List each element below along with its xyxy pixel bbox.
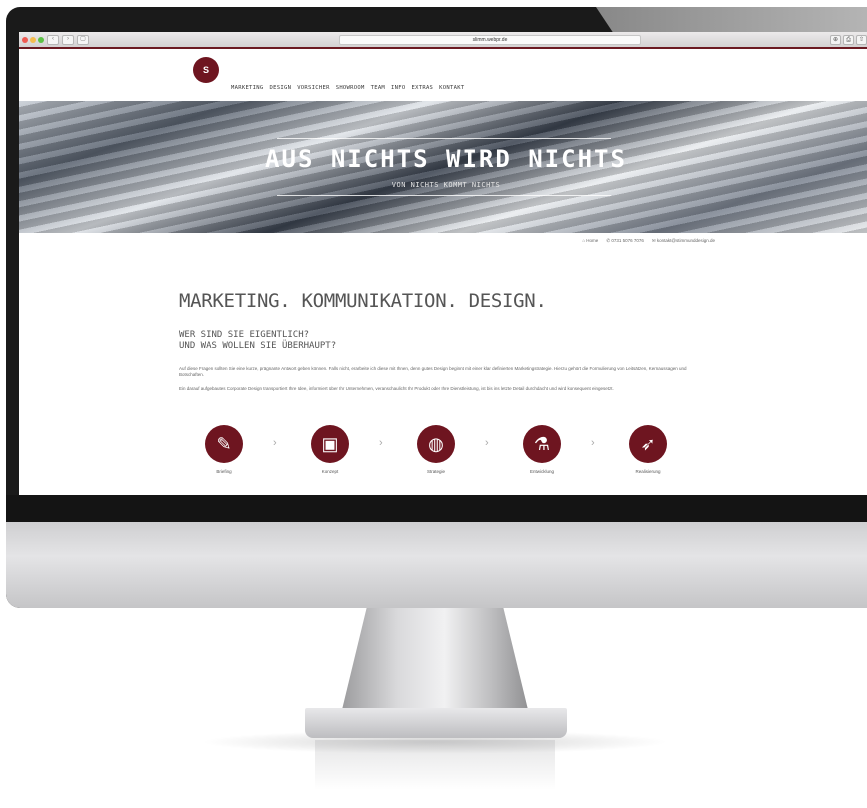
section-heading-line-2: UND WAS WOLLEN SIE ÜBERHAUPT? — [179, 341, 337, 351]
step-realisierung[interactable]: ➶ Realisierung — [629, 425, 735, 474]
menu-item-team[interactable]: TEAM — [371, 85, 385, 91]
page-title: MARKETING. KOMMUNIKATION. DESIGN. — [179, 290, 547, 312]
home-link[interactable]: ⌂ Home — [582, 238, 598, 244]
hero-divider-bottom — [277, 195, 611, 196]
address-bar[interactable]: slimm.webpr.de — [339, 35, 641, 45]
add-icon[interactable]: ⊕ — [830, 35, 841, 45]
detail-paragraph: Ein darauf aufgebautes Corporate Design … — [179, 386, 614, 391]
share-icon[interactable]: ⇧ — [856, 35, 867, 45]
monitor: ‹ › ▢ slimm.webpr.de ⊕ ⎙ ⇧ S MARKETING D… — [6, 7, 867, 608]
chevron-right-icon: › — [379, 437, 383, 449]
process-steps: ✎ Briefing › ▣ Konzept › ◍ Strategie › ⚗… — [205, 425, 735, 474]
flask-icon[interactable]: ⚗ — [523, 425, 561, 463]
stand-reflection — [315, 740, 555, 790]
step-label: Konzept — [321, 469, 339, 474]
monitor-stand-foot — [305, 708, 567, 738]
section-heading: WER SIND SIE EIGENTLICH? UND WAS WOLLEN … — [179, 330, 336, 352]
phone-link[interactable]: ✆ 0731 5076 7076 — [606, 238, 644, 244]
rocket-icon[interactable]: ➶ — [629, 425, 667, 463]
main-menu: MARKETING DESIGN VORSICHER SHOWROOM TEAM… — [231, 85, 464, 91]
step-label: Realisierung — [635, 469, 661, 474]
hero-banner: AUS NICHTS WIRD NICHTS VON NICHTS KOMMT … — [19, 101, 867, 233]
browser-toolbar: ‹ › ▢ slimm.webpr.de ⊕ ⎙ ⇧ — [19, 32, 867, 49]
contact-bar: ⌂ Home ✆ 0731 5076 7076 ✉ kontakt@stimmu… — [582, 238, 715, 244]
step-briefing[interactable]: ✎ Briefing › — [205, 425, 311, 474]
monitor-bezel — [6, 495, 867, 523]
site-logo[interactable]: S — [193, 57, 219, 83]
browser-window: ‹ › ▢ slimm.webpr.de ⊕ ⎙ ⇧ S MARKETING D… — [19, 32, 867, 495]
menu-item-kontakt[interactable]: KONTAKT — [439, 85, 464, 91]
close-dot-icon[interactable] — [22, 36, 28, 43]
hero-divider-top — [277, 138, 611, 139]
hero-title: AUS NICHTS WIRD NICHTS — [265, 145, 627, 173]
forward-button[interactable]: › — [62, 34, 74, 45]
menu-item-showroom[interactable]: SHOWROOM — [336, 85, 365, 91]
intro-paragraph: Auf diese Fragen sollten Sie eine kurze,… — [179, 366, 687, 377]
chevron-right-icon: › — [591, 437, 595, 449]
back-button[interactable]: ‹ — [47, 34, 59, 45]
menu-item-extras[interactable]: EXTRAS — [412, 85, 434, 91]
step-label: Strategie — [426, 469, 445, 474]
chevron-right-icon: › — [273, 437, 277, 449]
monitor-chin — [6, 522, 867, 608]
step-strategie[interactable]: ◍ Strategie › — [417, 425, 523, 474]
hero-subtitle: VON NICHTS KOMMT NICHTS — [391, 181, 501, 189]
minimize-dot-icon[interactable] — [30, 36, 36, 43]
menu-item-vorsicher[interactable]: VORSICHER — [297, 85, 330, 91]
menu-item-marketing[interactable]: MARKETING — [231, 85, 264, 91]
chevron-right-icon: › — [485, 437, 489, 449]
lightbulb-icon[interactable]: ◍ — [417, 425, 455, 463]
step-konzept[interactable]: ▣ Konzept › — [311, 425, 417, 474]
site-header: S MARKETING DESIGN VORSICHER SHOWROOM TE… — [19, 49, 867, 101]
pencil-icon[interactable]: ✎ — [205, 425, 243, 463]
maximize-dot-icon[interactable] — [38, 36, 44, 43]
browser-tools: ⊕ ⎙ ⇧ — [830, 35, 867, 45]
menu-item-design[interactable]: DESIGN — [270, 85, 292, 91]
step-label: Entwicklung — [529, 469, 554, 474]
print-icon[interactable]: ⎙ — [843, 35, 854, 45]
menu-item-info[interactable]: INFO — [391, 85, 405, 91]
step-label: Briefing — [216, 469, 232, 474]
monitor-stand-neck — [340, 608, 530, 718]
email-link[interactable]: ✉ kontakt@stimmunddesign.de — [652, 238, 715, 244]
section-heading-line-1: WER SIND SIE EIGENTLICH? — [179, 330, 310, 340]
step-entwicklung[interactable]: ⚗ Entwicklung › — [523, 425, 629, 474]
sidebar-toggle-icon[interactable]: ▢ — [77, 34, 89, 45]
document-icon[interactable]: ▣ — [311, 425, 349, 463]
